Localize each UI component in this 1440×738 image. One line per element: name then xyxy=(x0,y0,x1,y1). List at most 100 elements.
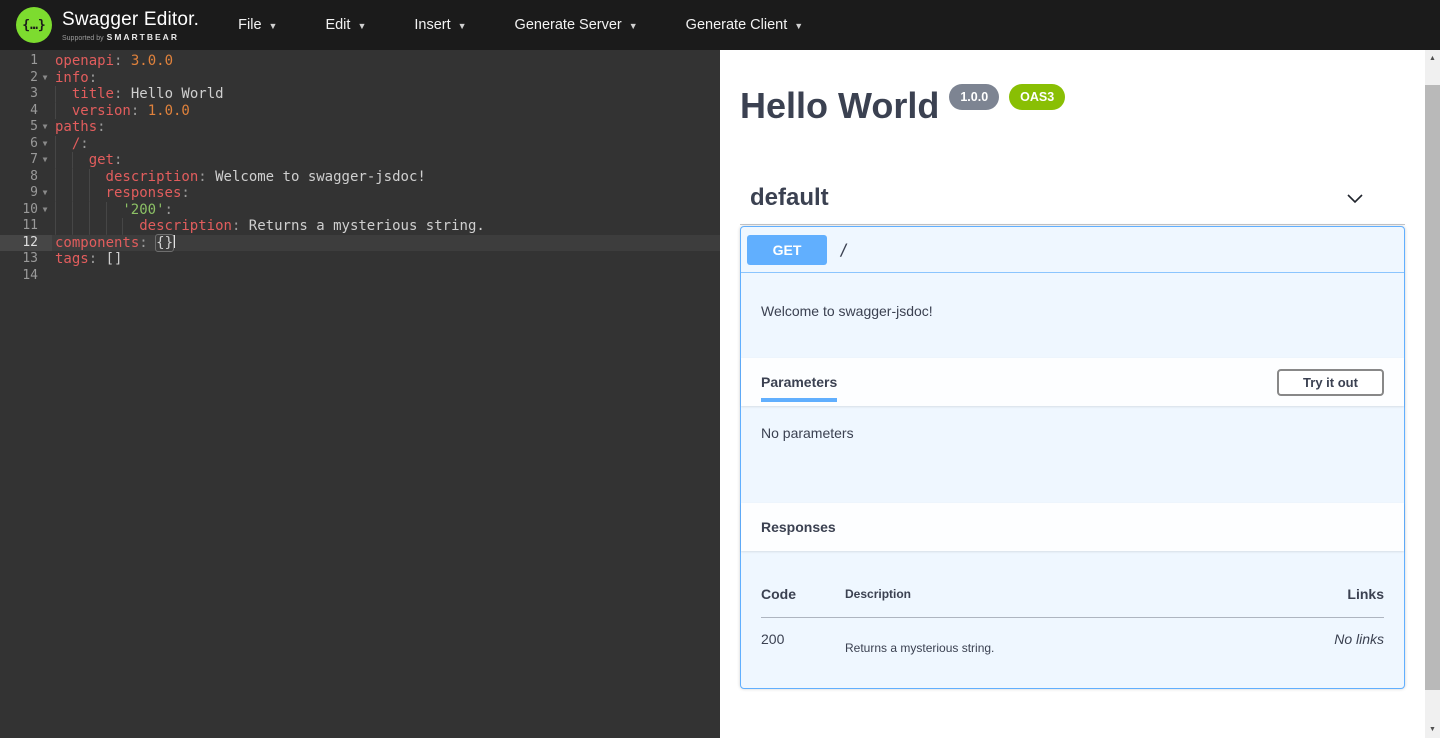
editor-line-5[interactable]: 5▼paths: xyxy=(0,119,720,136)
caret-down-icon: ▼ xyxy=(629,21,638,31)
caret-down-icon: ▼ xyxy=(458,21,467,31)
token-txt: Returns a mysterious string. xyxy=(249,218,485,234)
editor-line-4[interactable]: 4 version: 1.0.0 xyxy=(0,103,720,120)
preview-scrollbar[interactable]: ▲ ▼ xyxy=(1425,50,1440,738)
editor-line-9[interactable]: 9▼ responses: xyxy=(0,185,720,202)
get-method-badge[interactable]: GET xyxy=(747,235,827,265)
response-description: Returns a mysterious string. xyxy=(845,618,1244,656)
editor-gutter: 13 xyxy=(0,251,52,268)
line-number: 8 xyxy=(0,169,38,186)
menu-insert[interactable]: Insert▼ xyxy=(399,9,481,41)
indent-guide xyxy=(55,185,72,202)
code-content: /: xyxy=(52,136,89,153)
editor-line-12[interactable]: 12 components: {} xyxy=(0,235,720,252)
fold-spacer xyxy=(38,218,52,235)
scroll-up-arrow-icon[interactable]: ▲ xyxy=(1425,50,1440,67)
tag-section-default[interactable]: default xyxy=(740,184,1405,225)
editor-line-14[interactable]: 14 xyxy=(0,268,720,285)
response-code: 200 xyxy=(761,618,845,656)
fold-arrow-icon[interactable]: ▼ xyxy=(38,136,52,153)
editor-gutter: 3 xyxy=(0,86,52,103)
code-content: title: Hello World xyxy=(52,86,224,103)
api-info: Hello World 1.0.0 OAS3 xyxy=(740,50,1405,124)
yaml-editor[interactable]: 1openapi: 3.0.02▼info:3 title: Hello Wor… xyxy=(0,50,720,738)
caret-down-icon: ▼ xyxy=(269,21,278,31)
fold-arrow-icon[interactable]: ▼ xyxy=(38,119,52,136)
editor-line-6[interactable]: 6▼ /: xyxy=(0,136,720,153)
editor-line-11[interactable]: 11 description: Returns a mysterious str… xyxy=(0,218,720,235)
chevron-down-icon[interactable] xyxy=(1345,188,1365,208)
menubar: {…} Swagger Editor. Supported bySMARTBEA… xyxy=(0,0,1440,50)
editor-line-13[interactable]: 13 tags: [] xyxy=(0,251,720,268)
api-title: Hello World xyxy=(740,88,939,124)
token-key: responses xyxy=(106,185,182,201)
operation-summary[interactable]: GET / xyxy=(741,227,1404,273)
editor-gutter: 1 xyxy=(0,53,52,70)
no-parameters-text: No parameters xyxy=(761,425,1384,441)
brand-text: Swagger Editor. Supported bySMARTBEAR xyxy=(62,9,199,42)
code-content: description: Welcome to swagger-jsdoc! xyxy=(52,169,426,186)
token-brkt: {} xyxy=(156,235,173,251)
token-str: '200' xyxy=(122,202,164,218)
brand-link[interactable]: {…} Swagger Editor. Supported bySMARTBEA… xyxy=(16,7,199,43)
responses-table: Code Description Links 200 Returns a mys… xyxy=(761,566,1384,655)
token-punc: : xyxy=(131,103,148,119)
text-cursor xyxy=(173,235,175,248)
fold-arrow-icon[interactable]: ▼ xyxy=(38,152,52,169)
brand-subtitle: Supported bySMARTBEAR xyxy=(62,32,199,42)
editor-line-1[interactable]: 1openapi: 3.0.0 xyxy=(0,53,720,70)
logo-braces-glyph: {…} xyxy=(22,18,45,33)
token-key: openapi xyxy=(55,53,114,69)
try-it-out-button[interactable]: Try it out xyxy=(1277,369,1384,396)
indent-guide xyxy=(55,136,72,153)
menu-file-label: File xyxy=(238,17,261,33)
line-number: 3 xyxy=(0,86,38,103)
indent-guide xyxy=(89,218,106,235)
indent-guide xyxy=(106,218,123,235)
response-row-200: 200 Returns a mysterious string. No link… xyxy=(761,618,1384,656)
token-punc: : xyxy=(114,86,131,102)
editor-gutter: 9▼ xyxy=(0,185,52,202)
smartbear-label: SMARTBEAR xyxy=(107,32,179,42)
fold-arrow-icon[interactable]: ▼ xyxy=(38,202,52,219)
indent-guide xyxy=(55,103,72,120)
editor-gutter: 2▼ xyxy=(0,70,52,87)
line-number: 13 xyxy=(0,251,38,268)
scrollbar-thumb[interactable] xyxy=(1425,85,1440,690)
token-punc: : xyxy=(97,119,105,135)
line-number: 12 xyxy=(0,235,38,252)
editor-line-8[interactable]: 8 description: Welcome to swagger-jsdoc! xyxy=(0,169,720,186)
tab-parameters[interactable]: Parameters xyxy=(761,374,837,402)
fold-arrow-icon[interactable]: ▼ xyxy=(38,185,52,202)
token-punc: : xyxy=(181,185,189,201)
token-key: get xyxy=(89,152,114,168)
menu-file[interactable]: File ▼ xyxy=(223,9,292,41)
operation-description: Welcome to swagger-jsdoc! xyxy=(741,273,1404,358)
fold-spacer xyxy=(38,103,52,120)
oas3-badge: OAS3 xyxy=(1009,84,1065,110)
parameters-section-header: Parameters Try it out xyxy=(741,358,1404,406)
col-header-links: Links xyxy=(1244,566,1384,618)
token-punc: : xyxy=(198,169,215,185)
line-number: 14 xyxy=(0,268,38,285)
menu-edit[interactable]: Edit▼ xyxy=(310,9,381,41)
code-content: tags: [] xyxy=(52,251,122,268)
token-punc: : xyxy=(89,251,106,267)
token-num: 1.0.0 xyxy=(148,103,190,119)
code-content: get: xyxy=(52,152,122,169)
code-content xyxy=(52,268,55,285)
editor-line-2[interactable]: 2▼info: xyxy=(0,70,720,87)
editor-gutter: 11 xyxy=(0,218,52,235)
indent-guide xyxy=(72,152,89,169)
fold-spacer xyxy=(38,235,52,252)
fold-arrow-icon[interactable]: ▼ xyxy=(38,70,52,87)
menu-generate-server[interactable]: Generate Server▼ xyxy=(500,9,653,41)
editor-line-7[interactable]: 7▼ get: xyxy=(0,152,720,169)
scroll-down-arrow-icon[interactable]: ▼ xyxy=(1425,721,1440,738)
indent-guide xyxy=(55,218,72,235)
code-content: components: {} xyxy=(52,235,175,252)
editor-line-10[interactable]: 10▼ '200': xyxy=(0,202,720,219)
line-number: 4 xyxy=(0,103,38,120)
editor-line-3[interactable]: 3 title: Hello World xyxy=(0,86,720,103)
menu-generate-client[interactable]: Generate Client▼ xyxy=(671,9,818,41)
